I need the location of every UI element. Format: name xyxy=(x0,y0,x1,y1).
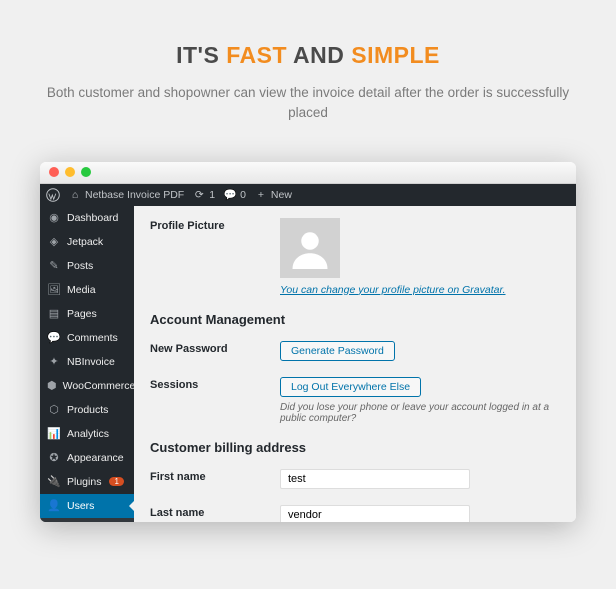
sidebar-item-label: Plugins xyxy=(67,476,101,488)
dashboard-icon: ◉ xyxy=(47,211,61,225)
sidebar-item-users[interactable]: 👤 Users xyxy=(40,494,134,518)
comment-icon: 💬 xyxy=(223,188,237,202)
sidebar-item-pages[interactable]: ▤ Pages xyxy=(40,302,134,326)
site-name[interactable]: ⌂ Netbase Invoice PDF xyxy=(68,188,184,202)
wp-admin-bar: ⌂ Netbase Invoice PDF ⟳ 1 💬 0 + New xyxy=(40,184,576,206)
maximize-icon[interactable] xyxy=(81,167,91,177)
pin-icon: ✎ xyxy=(47,259,61,273)
sidebar-item-label: Products xyxy=(67,404,108,416)
analytics-icon: 📊 xyxy=(47,427,61,441)
sidebar-item-woocommerce[interactable]: ⬢ WooCommerce xyxy=(40,374,134,398)
sidebar-item-products[interactable]: ⬡ Products xyxy=(40,398,134,422)
jetpack-icon: ◈ xyxy=(47,235,61,249)
sidebar-item-nbinvoice[interactable]: ✦ NBInvoice xyxy=(40,350,134,374)
last-name-label: Last name xyxy=(150,505,280,519)
plus-icon: + xyxy=(254,188,268,202)
browser-window: ⌂ Netbase Invoice PDF ⟳ 1 💬 0 + New ◉ Das… xyxy=(40,162,576,522)
last-name-input[interactable] xyxy=(280,505,470,522)
sidebar-item-plugins[interactable]: 🔌 Plugins 1 xyxy=(40,470,134,494)
sidebar-item-posts[interactable]: ✎ Posts xyxy=(40,254,134,278)
plugins-icon: 🔌 xyxy=(47,475,61,489)
headline: IT'S FAST AND SIMPLE xyxy=(20,42,596,69)
sidebar-item-label: Pages xyxy=(67,308,97,320)
sidebar-item-label: Analytics xyxy=(67,428,109,440)
new-button[interactable]: + New xyxy=(254,188,292,202)
users-icon: 👤 xyxy=(47,499,61,513)
subheadline: Both customer and shopowner can view the… xyxy=(30,83,586,124)
sessions-help-text: Did you lose your phone or leave your ac… xyxy=(280,402,560,424)
sidebar-item-comments[interactable]: 💬 Comments xyxy=(40,326,134,350)
sessions-label: Sessions xyxy=(150,377,280,391)
sidebar-item-dashboard[interactable]: ◉ Dashboard xyxy=(40,206,134,230)
sidebar-item-label: Users xyxy=(67,500,94,512)
sidebar-item-appearance[interactable]: ✪ Appearance xyxy=(40,446,134,470)
sidebar-subitem-all-users[interactable]: All Users xyxy=(40,518,134,522)
account-management-heading: Account Management xyxy=(150,312,560,327)
sidebar-item-label: Posts xyxy=(67,260,93,272)
billing-heading: Customer billing address xyxy=(150,440,560,455)
window-titlebar xyxy=(40,162,576,184)
comments-count[interactable]: 💬 0 xyxy=(223,188,246,202)
avatar xyxy=(280,218,340,278)
first-name-label: First name xyxy=(150,469,280,483)
new-password-label: New Password xyxy=(150,341,280,355)
wordpress-icon[interactable] xyxy=(46,188,60,202)
logout-everywhere-button[interactable]: Log Out Everywhere Else xyxy=(280,377,421,397)
updates-count[interactable]: ⟳ 1 xyxy=(192,188,215,202)
nbinvoice-icon: ✦ xyxy=(47,355,61,369)
admin-sidebar: ◉ Dashboard ◈ Jetpack ✎ Posts 🖼 Media ▤ Pages 💬 Com… xyxy=(40,206,134,522)
sidebar-item-label: NBInvoice xyxy=(67,356,115,368)
close-icon[interactable] xyxy=(49,167,59,177)
sidebar-item-label: Dashboard xyxy=(67,212,118,224)
woo-icon: ⬢ xyxy=(47,379,57,393)
home-icon: ⌂ xyxy=(68,188,82,202)
first-name-input[interactable] xyxy=(280,469,470,489)
sidebar-item-media[interactable]: 🖼 Media xyxy=(40,278,134,302)
update-badge: 1 xyxy=(109,477,123,486)
page-icon: ▤ xyxy=(47,307,61,321)
sidebar-item-label: Jetpack xyxy=(67,236,103,248)
sidebar-item-label: Appearance xyxy=(67,452,124,464)
appearance-icon: ✪ xyxy=(47,451,61,465)
comment-icon: 💬 xyxy=(47,331,61,345)
content-area: Profile Picture You can change your prof… xyxy=(134,206,576,522)
sidebar-item-analytics[interactable]: 📊 Analytics xyxy=(40,422,134,446)
generate-password-button[interactable]: Generate Password xyxy=(280,341,395,361)
products-icon: ⬡ xyxy=(47,403,61,417)
sidebar-item-label: Media xyxy=(67,284,96,296)
sidebar-item-label: WooCommerce xyxy=(63,380,134,392)
sidebar-item-label: Comments xyxy=(67,332,118,344)
profile-picture-label: Profile Picture xyxy=(150,218,280,232)
minimize-icon[interactable] xyxy=(65,167,75,177)
media-icon: 🖼 xyxy=(47,283,61,297)
refresh-icon: ⟳ xyxy=(192,188,206,202)
gravatar-link[interactable]: You can change your profile picture on G… xyxy=(280,284,506,296)
sidebar-item-jetpack[interactable]: ◈ Jetpack xyxy=(40,230,134,254)
